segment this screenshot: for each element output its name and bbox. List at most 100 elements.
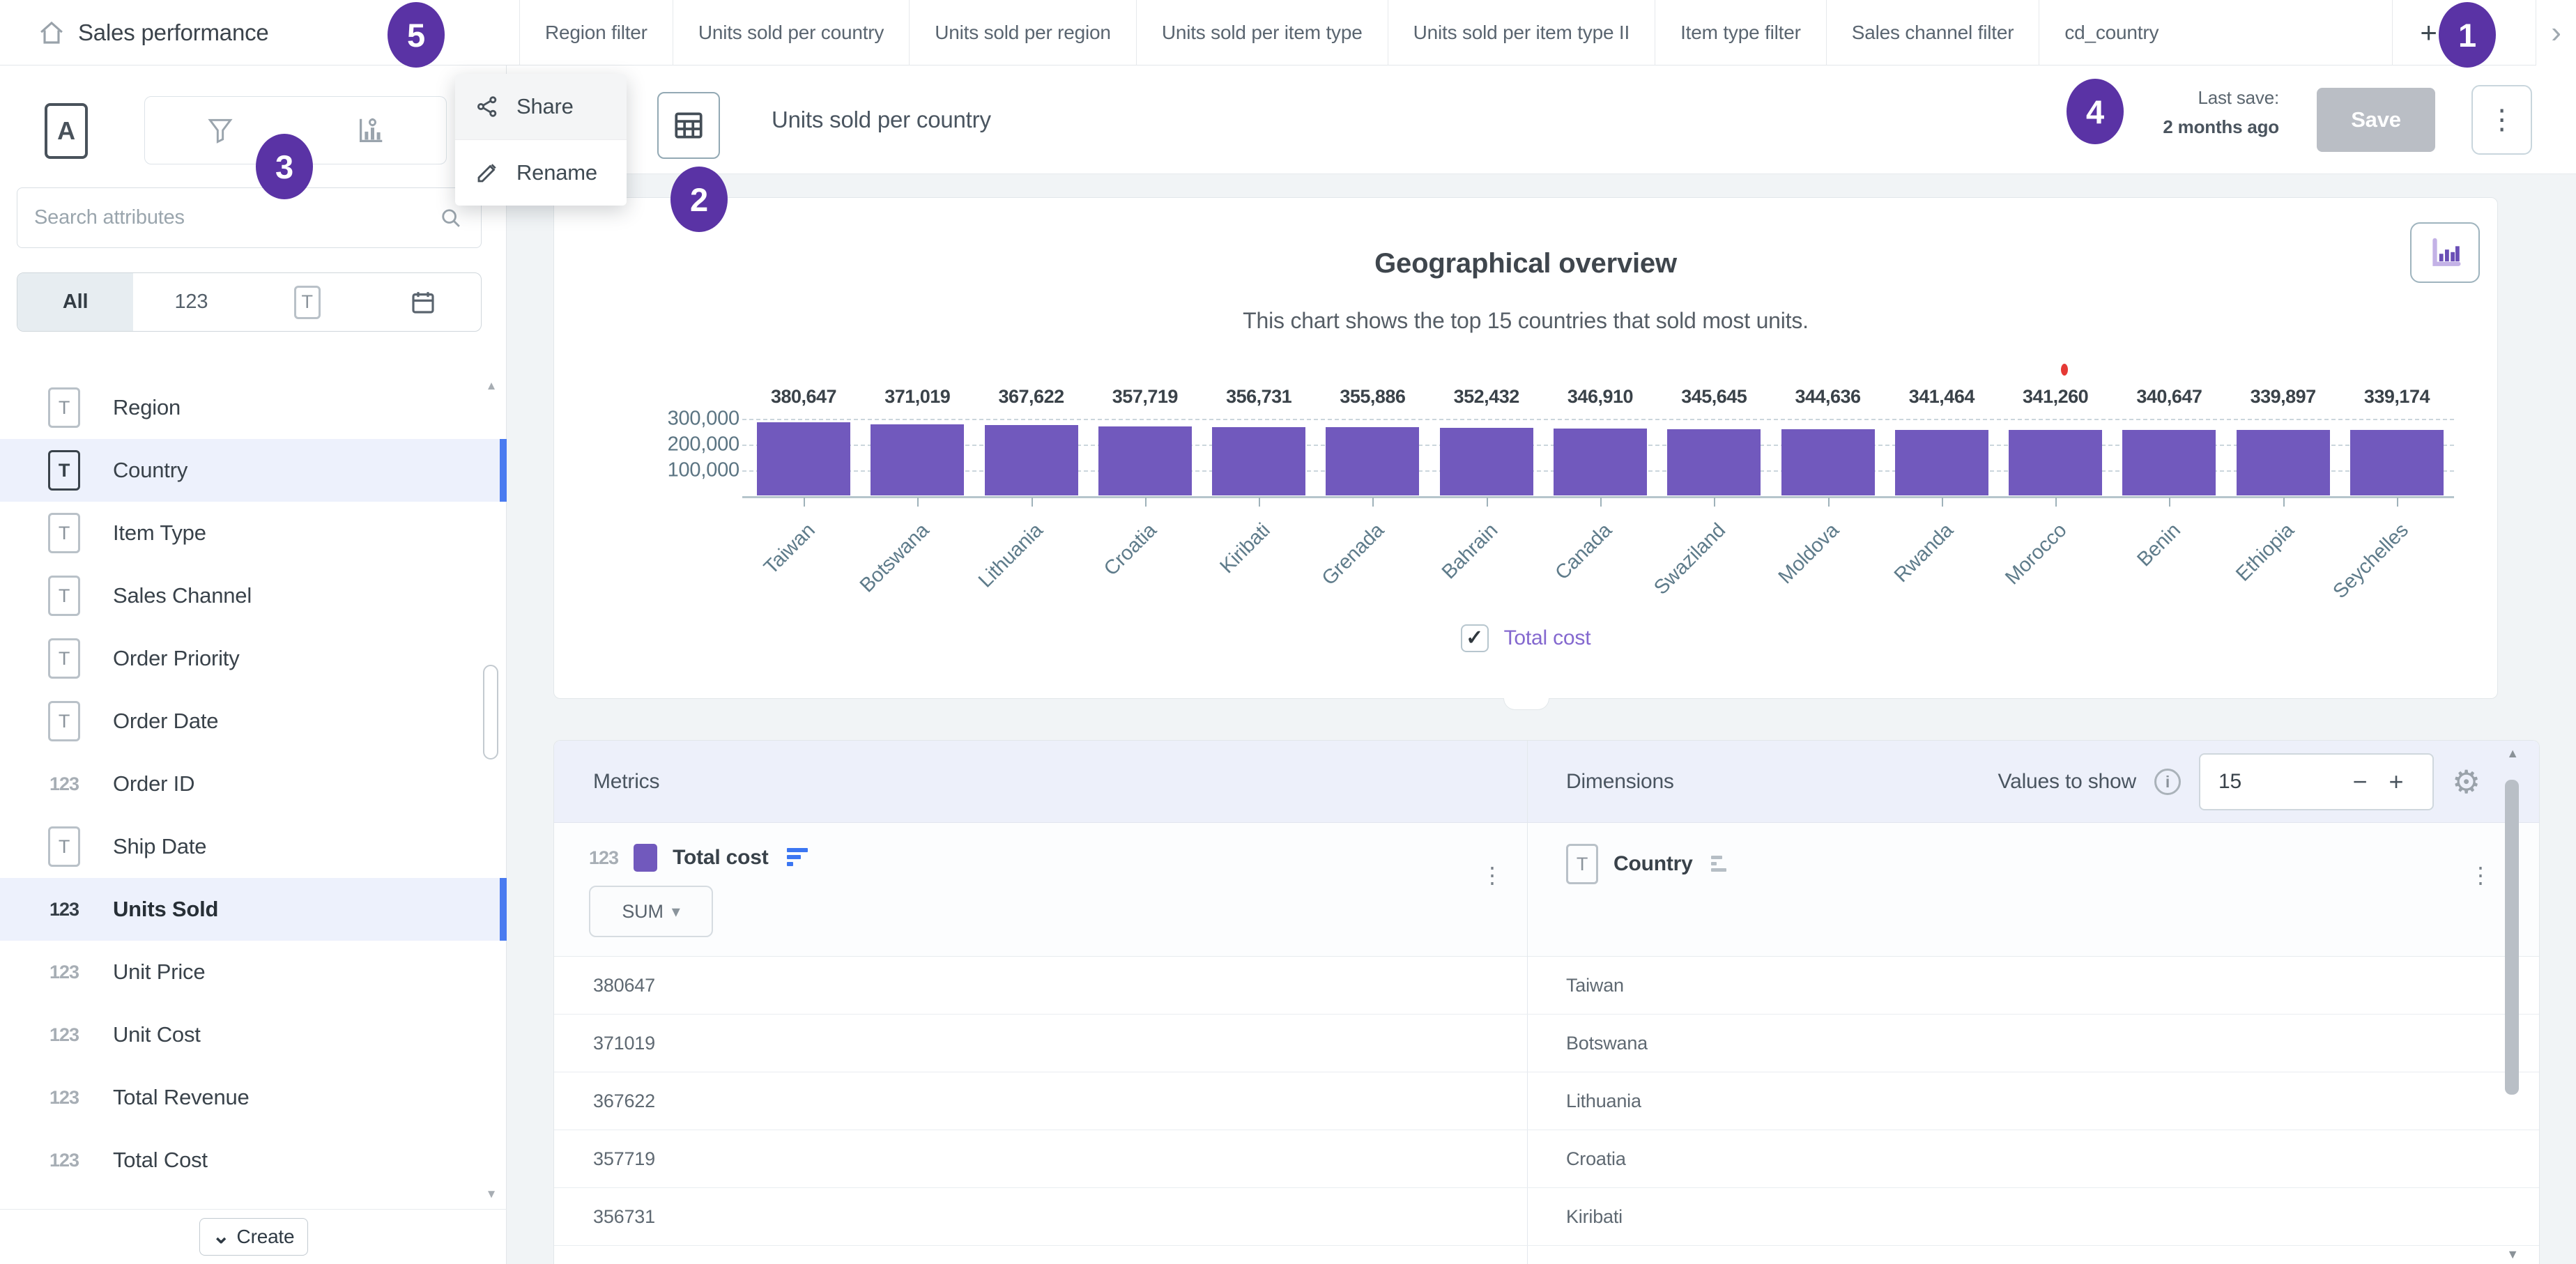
sort-icon[interactable]: [1708, 854, 1732, 874]
chart-bar-ethiopia[interactable]: 339,897Ethiopia: [2237, 419, 2330, 495]
chart-bar-grenada[interactable]: 355,886Grenada: [1326, 419, 1419, 495]
chart-bar-moldova[interactable]: 344,636Moldova: [1781, 419, 1875, 495]
home-button[interactable]: [35, 16, 68, 49]
toolbar-menu-button[interactable]: ⋮: [2471, 85, 2532, 155]
tab-sales-channel-filter[interactable]: Sales channel filter: [1826, 0, 2039, 65]
chart-bar-rwanda[interactable]: 341,464Rwanda: [1895, 419, 1988, 495]
bar[interactable]: [757, 422, 850, 495]
bar[interactable]: [1895, 430, 1988, 495]
decrement-button[interactable]: −: [2342, 767, 2378, 796]
chart-bar-canada[interactable]: 346,910Canada: [1554, 419, 1647, 495]
scroll-down-icon[interactable]: ▼: [482, 1187, 500, 1201]
filter-numeric-segment[interactable]: 123: [133, 273, 249, 331]
table-body: 380647Taiwan371019Botswana367622Lithuani…: [554, 957, 2539, 1264]
bar[interactable]: [2009, 430, 2102, 495]
sidebar-item-order-priority[interactable]: TOrder Priority: [0, 627, 507, 690]
bar[interactable]: [1212, 427, 1305, 495]
menu-item-rename[interactable]: Rename: [455, 140, 627, 206]
sidebar-scrollbar[interactable]: ▲ ▼: [482, 379, 500, 1201]
save-button[interactable]: Save: [2317, 88, 2435, 152]
scrollbar-thumb[interactable]: [2505, 780, 2519, 1095]
chart-bar-taiwan[interactable]: 380,647Taiwan: [757, 419, 850, 495]
tab-units-sold-per-item-type[interactable]: Units sold per item type: [1136, 0, 1388, 65]
bar[interactable]: [1781, 429, 1875, 495]
sort-descending-icon[interactable]: [784, 847, 811, 869]
bar[interactable]: [1554, 429, 1647, 495]
chart-bar-lithuania[interactable]: 367,622Lithuania: [985, 419, 1078, 495]
bar[interactable]: [2237, 430, 2330, 495]
tab-units-sold-per-item-type-ii[interactable]: Units sold per item type II: [1388, 0, 1655, 65]
chart-bar-croatia[interactable]: 357,719Croatia: [1098, 419, 1192, 495]
bar[interactable]: [1326, 427, 1419, 495]
sidebar-item-unit-cost[interactable]: 123Unit Cost: [0, 1003, 507, 1066]
sidebar-item-order-date[interactable]: TOrder Date: [0, 690, 507, 753]
sidebar-item-item-type[interactable]: TItem Type: [0, 502, 507, 564]
dimension-column-menu[interactable]: ⋮: [2469, 862, 2492, 888]
table-scrollbar[interactable]: ▲ ▼: [2503, 746, 2522, 1262]
tab-cd-country[interactable]: cd_country: [2039, 0, 2184, 65]
chart-bar-kiribati[interactable]: 356,731Kiribati: [1212, 419, 1305, 495]
filter-funnel-icon[interactable]: [205, 115, 236, 146]
chart-bar-seychelles[interactable]: 339,174Seychelles: [2350, 419, 2444, 495]
sidebar-item-region[interactable]: TRegion: [0, 376, 507, 439]
metric-column-menu[interactable]: ⋮: [1481, 862, 1503, 888]
create-button[interactable]: ⌄ Create: [199, 1218, 308, 1256]
bar[interactable]: [871, 424, 964, 495]
scroll-up-icon[interactable]: ▲: [482, 379, 500, 393]
chart-bar-bahrain[interactable]: 352,432Bahrain: [1440, 419, 1533, 495]
sidebar-item-total-cost[interactable]: 123Total Cost: [0, 1129, 507, 1192]
bar[interactable]: [985, 425, 1078, 495]
filter-text-segment[interactable]: T: [250, 273, 365, 331]
y-axis: 300,000 200,000 100,000: [638, 198, 739, 698]
sidebar-item-country[interactable]: TCountry: [0, 439, 507, 502]
legend-label[interactable]: Total cost: [1504, 626, 1591, 650]
increment-button[interactable]: +: [2378, 767, 2414, 796]
table-row: 380647Taiwan: [554, 957, 2539, 1015]
bar[interactable]: [2350, 430, 2444, 495]
cell-total-cost: 356731: [593, 1188, 655, 1246]
sidebar-item-label: Unit Price: [113, 959, 205, 985]
values-to-show-value[interactable]: 15: [2218, 770, 2342, 794]
tab-units-sold-per-region[interactable]: Units sold per region: [909, 0, 1136, 65]
red-marker-dot: [2061, 364, 2068, 376]
tabs-overflow-button[interactable]: ›: [2536, 0, 2576, 65]
filter-all-segment[interactable]: All: [17, 273, 133, 331]
bar[interactable]: [1098, 426, 1192, 495]
widget-resize-handle[interactable]: [1503, 698, 1549, 710]
tab-item-type-filter[interactable]: Item type filter: [1655, 0, 1826, 65]
chart-bar-swaziland[interactable]: 345,645Swaziland: [1667, 419, 1761, 495]
bar[interactable]: [1667, 429, 1761, 495]
tab-region-filter[interactable]: Region filter: [519, 0, 673, 65]
search-input[interactable]: [34, 206, 438, 229]
data-table-view-button[interactable]: [657, 92, 720, 159]
menu-item-share[interactable]: Share: [455, 74, 627, 139]
sidebar-item-sales-channel[interactable]: TSales Channel: [0, 564, 507, 627]
chart-bar-benin[interactable]: 340,647Benin: [2122, 419, 2216, 495]
axis-tick: [1714, 498, 1715, 507]
sidebar-item-order-id[interactable]: 123Order ID: [0, 753, 507, 815]
info-icon[interactable]: i: [2154, 769, 2181, 795]
sidebar-item-unit-price[interactable]: 123Unit Price: [0, 941, 507, 1003]
chart-bar-morocco[interactable]: 341,260Morocco: [2009, 419, 2102, 495]
tab-units-sold-per-country[interactable]: Units sold per country: [673, 0, 909, 65]
chart-settings-icon[interactable]: [355, 114, 387, 146]
gear-icon[interactable]: ⚙: [2452, 763, 2481, 801]
chart-bar-botswana[interactable]: 371,019Botswana: [871, 419, 964, 495]
text-tool-button[interactable]: A: [45, 103, 88, 159]
scrollbar-thumb[interactable]: [483, 665, 498, 760]
bar[interactable]: [1440, 428, 1533, 495]
kebab-icon: ⋮: [2488, 104, 2516, 136]
bar[interactable]: [2122, 430, 2216, 495]
legend-checkbox[interactable]: ✓: [1461, 624, 1489, 652]
filter-date-segment[interactable]: [365, 273, 481, 331]
sidebar-item-ship-date[interactable]: TShip Date: [0, 815, 507, 878]
aggregation-dropdown[interactable]: SUM ▾: [589, 886, 713, 937]
scroll-up-icon[interactable]: ▲: [2503, 746, 2522, 761]
x-axis-label: Taiwan: [760, 519, 820, 579]
sidebar-item-total-revenue[interactable]: 123Total Revenue: [0, 1066, 507, 1129]
sidebar-item-label: Total Cost: [113, 1148, 208, 1173]
series-color-swatch[interactable]: [634, 844, 657, 872]
sidebar-item-units-sold[interactable]: 123Units Sold: [0, 878, 507, 941]
scroll-down-icon[interactable]: ▼: [2503, 1247, 2522, 1262]
chart-widget[interactable]: Geographical overview This chart shows t…: [553, 197, 2498, 699]
